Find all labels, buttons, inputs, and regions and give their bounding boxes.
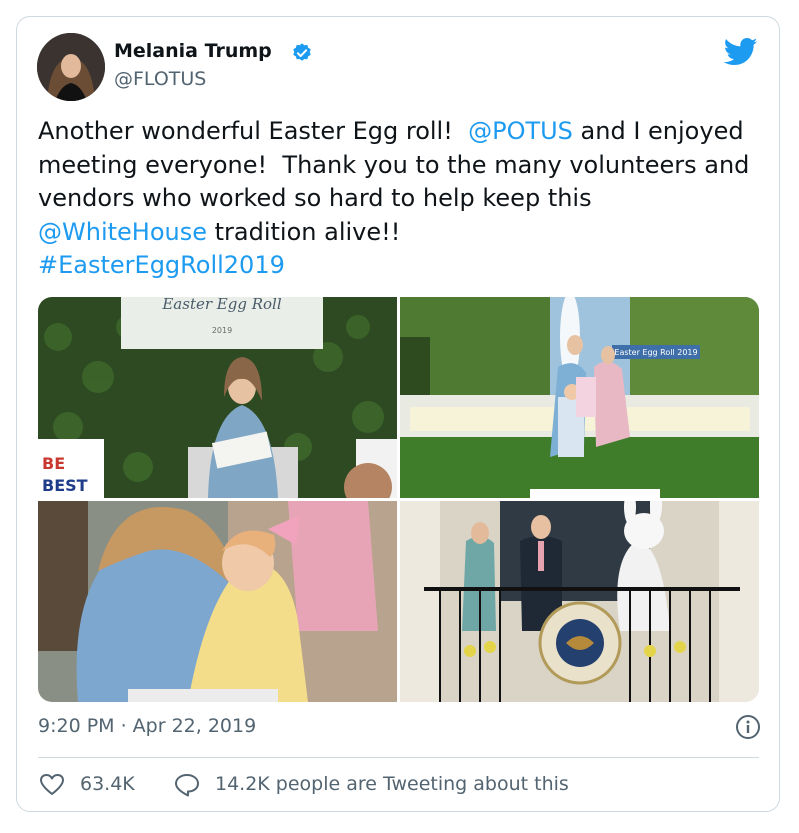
author-name[interactable]: Melania Trump [114,40,272,62]
photo-balcony[interactable] [400,501,759,702]
media-grid: Easter Egg Roll 2019 BE BEST Easter Egg … [38,297,759,702]
tweet-text: Another wonderful Easter Egg roll! @POTU… [38,115,758,283]
verified-badge-icon [293,43,311,61]
lawn-banner-text: Easter Egg Roll 2019 [614,348,697,357]
photo-reading-book[interactable]: Easter Egg Roll 2019 BE BEST [38,297,397,498]
info-icon[interactable] [735,714,761,740]
twitter-bird-icon[interactable] [724,37,758,67]
tweet-card[interactable]: Melania Trump @FLOTUS Another wonderful … [16,16,780,812]
like-count[interactable]: 63.4K [80,773,135,795]
photo-hug[interactable] [38,501,397,702]
sign-text-be: BE [42,454,65,473]
reply-bubble-icon[interactable] [174,773,200,797]
banner-year-text: 2019 [212,326,232,335]
sign-text-best: BEST [42,476,88,495]
banner-title-text: Easter Egg Roll [161,297,281,313]
tweet-timestamp[interactable]: 9:20 PM · Apr 22, 2019 [38,715,256,737]
hashtag-link[interactable]: #EasterEggRoll2019 [38,251,285,279]
tweeting-about-link[interactable]: 14.2K people are Tweeting about this [215,773,569,795]
mention-whitehouse-link[interactable]: @WhiteHouse [38,218,207,246]
divider [38,757,759,758]
mention-potus-link[interactable]: @POTUS [468,117,573,145]
photo-lawn-with-children[interactable]: Easter Egg Roll 2019 [400,297,759,498]
tweet-text-part: tradition alive!! [214,217,401,246]
author-handle[interactable]: @FLOTUS [114,68,206,90]
author-avatar[interactable] [37,33,105,101]
tweet-text-part: Another wonderful Easter Egg roll! [38,117,469,145]
heart-icon[interactable] [39,773,65,797]
